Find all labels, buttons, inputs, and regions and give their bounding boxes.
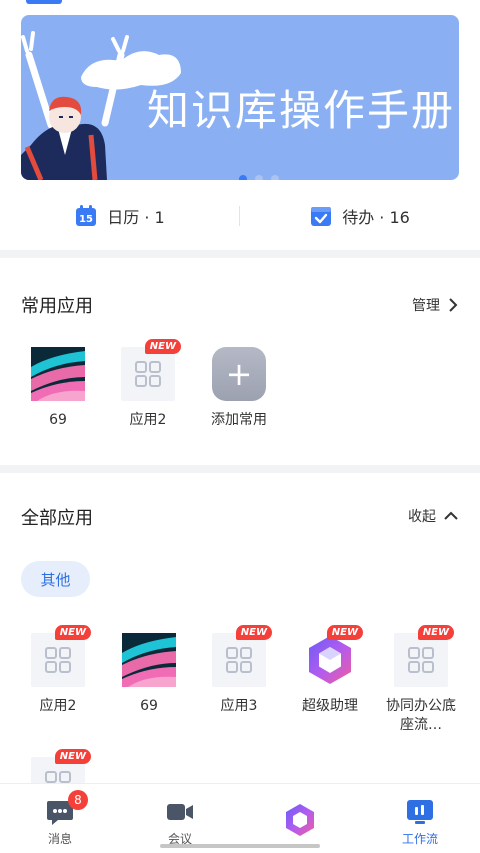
section-separator [0, 465, 480, 473]
unread-badge: 8 [68, 790, 88, 810]
all-apps-title: 全部应用 [21, 508, 93, 529]
home-indicator [160, 844, 320, 848]
collapse-button[interactable]: 收起 [408, 506, 458, 526]
svg-text:15: 15 [79, 214, 93, 225]
grid-app-icon [31, 633, 85, 687]
plus-icon: + [212, 347, 266, 401]
app-tile: NEW [303, 625, 363, 687]
banner-dot-1 [239, 175, 247, 180]
new-badge: NEW [235, 625, 272, 640]
new-badge: NEW [144, 339, 181, 354]
new-badge: NEW [54, 625, 91, 640]
tab-workflow[interactable]: 工作流 [360, 784, 480, 853]
banner-title: 知识库操作手册 [147, 86, 456, 135]
app-item-69[interactable]: 69 [13, 347, 103, 430]
manage-label: 管理 [412, 298, 440, 314]
app-item-app2[interactable]: NEW 应用2 [103, 339, 193, 430]
app-label: 69 [49, 412, 67, 428]
todo-shortcut[interactable]: 待办 · 16 [240, 204, 480, 228]
app-item-app2[interactable]: NEW 应用2 [13, 625, 103, 716]
app-label: 协同办公底座流… [386, 698, 456, 733]
chevron-up-icon [444, 511, 458, 520]
section-separator [0, 250, 480, 258]
banner-dot-2 [255, 175, 263, 180]
app-item-collab-office[interactable]: NEW 协同办公底座流… [376, 625, 466, 735]
tab-meeting[interactable]: 会议 [120, 784, 240, 853]
calendar-shortcut[interactable]: 15 日历 · 1 [0, 204, 240, 228]
wallpaper-app-icon [122, 633, 176, 687]
tab-assistant[interactable] [240, 784, 360, 853]
app-tile: NEW [394, 625, 454, 687]
chevron-right-icon [449, 298, 458, 312]
app-item-super-assistant[interactable]: NEW 超级助理 [285, 625, 375, 716]
todo-label: 待办 · 16 [342, 208, 410, 227]
quick-shortcuts: 15 日历 · 1 待办 · 16 [0, 198, 480, 234]
new-badge: NEW [54, 749, 91, 764]
hexagon-assistant-icon [282, 802, 318, 838]
message-icon: 8 [46, 790, 88, 826]
banner-pagination [239, 175, 279, 180]
app-tile: NEW [212, 625, 272, 687]
app-label: 应用2 [129, 412, 167, 428]
bottom-tab-bar: 8 消息 会议 工作流 [0, 783, 480, 853]
category-chip-other[interactable]: 其他 [21, 561, 90, 597]
todo-check-icon [311, 207, 332, 226]
app-label: 添加常用 [211, 412, 267, 428]
app-label: 应用2 [39, 698, 77, 714]
calendar-label: 日历 · 1 [107, 208, 165, 227]
new-badge: NEW [326, 625, 363, 640]
tab-label: 消息 [47, 832, 72, 846]
app-label: 应用3 [220, 698, 258, 714]
app-item-69[interactable]: 69 [104, 633, 194, 716]
add-frequent-app-button[interactable]: + 添加常用 [194, 347, 284, 430]
frequent-apps-title: 常用应用 [21, 296, 93, 317]
app-tile: + [212, 347, 266, 401]
top-tab-indicator [26, 0, 62, 4]
wallpaper-app-icon [31, 347, 85, 401]
grid-app-icon [394, 633, 448, 687]
tab-label: 工作流 [401, 832, 438, 846]
tab-messages[interactable]: 8 消息 [0, 784, 120, 853]
calendar-icon: 15 [76, 205, 97, 226]
grid-app-icon [212, 633, 266, 687]
app-item-app3[interactable]: NEW 应用3 [194, 625, 284, 716]
workflow-icon [406, 798, 434, 826]
app-tile: NEW [121, 339, 181, 401]
banner-dot-3 [271, 175, 279, 180]
app-tile: NEW [31, 625, 91, 687]
hexagon-assistant-icon [309, 636, 351, 684]
quick-divider [239, 206, 240, 226]
manage-button[interactable]: 管理 [412, 295, 458, 315]
banner-carousel[interactable]: 知识库操作手册 [21, 15, 459, 180]
collapse-label: 收起 [408, 509, 436, 525]
video-meeting-icon [166, 798, 194, 826]
new-badge: NEW [417, 625, 454, 640]
grid-app-icon [121, 347, 175, 401]
app-label: 69 [140, 698, 158, 714]
app-label: 超级助理 [302, 698, 358, 714]
